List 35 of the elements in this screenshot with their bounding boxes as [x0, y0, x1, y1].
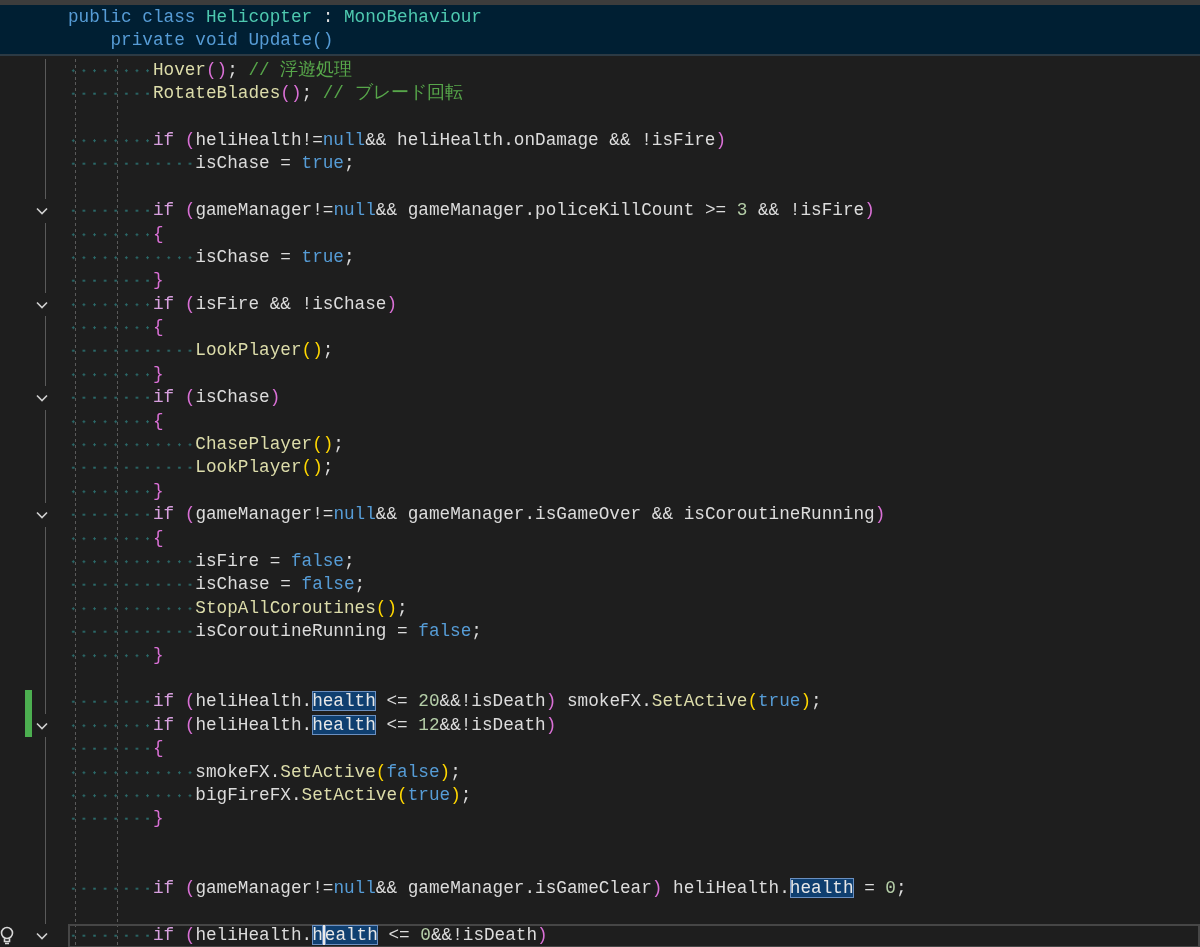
- code-line[interactable]: }: [152, 479, 164, 504]
- code-line[interactable]: if (isFire && !isChase): [152, 292, 398, 317]
- code-line[interactable]: {: [152, 526, 164, 550]
- code-line[interactable]: }: [152, 643, 164, 667]
- code-line[interactable]: if (gameManager!=null&& gameManager.isGameClear) heliHealth.health = 0;: [152, 877, 907, 901]
- code-line[interactable]: LookPlayer();: [195, 339, 334, 363]
- lightbulb-icon[interactable]: [0, 926, 14, 947]
- code-line[interactable]: {: [152, 409, 164, 434]
- code-line[interactable]: if (heliHealth!=null&& heliHealth.onDamage && !isFire): [152, 128, 727, 153]
- code-line[interactable]: bigFireFX.SetActive(true);: [195, 783, 472, 808]
- code-line[interactable]: {: [152, 222, 164, 246]
- code-line[interactable]: if (gameManager!=null&& gameManager.policeKillCount >= 3 && !isFire): [152, 199, 875, 223]
- code-line[interactable]: smokeFX.SetActive(false);: [195, 760, 461, 784]
- code-line[interactable]: isChase = true;: [195, 245, 355, 270]
- code-line[interactable]: StopAllCoroutines();: [195, 596, 408, 621]
- code-line[interactable]: isFire = false;: [195, 550, 355, 574]
- code-line[interactable]: ChasePlayer();: [195, 433, 344, 457]
- code-line[interactable]: if (heliHealth.health <= 20&&!isDeath) smokeFX.SetActive(true);: [152, 690, 822, 714]
- code-line[interactable]: if (heliHealth.h ealth <= 0&&!isDeath): [152, 924, 548, 947]
- code-line[interactable]: if (gameManager!=null&& gameManager.isGameOver && isCoroutineRunning): [152, 503, 886, 527]
- code-line[interactable]: isCoroutineRunning = false;: [195, 620, 482, 644]
- code-line[interactable]: isChase = false;: [195, 573, 366, 597]
- code-line[interactable]: {: [152, 737, 164, 761]
- code-line[interactable]: }: [152, 362, 164, 387]
- code-line[interactable]: }: [152, 269, 164, 293]
- code-line[interactable]: }: [152, 807, 164, 831]
- code-line[interactable]: private void Update(): [110, 29, 334, 53]
- code-line[interactable]: LookPlayer();: [195, 456, 334, 480]
- code-line[interactable]: RotateBlades(); // ブレード回転: [152, 82, 463, 106]
- code-line[interactable]: isChase = true;: [195, 152, 355, 176]
- code-line[interactable]: if (isChase): [152, 386, 281, 410]
- code-line[interactable]: {: [152, 316, 164, 340]
- code-line[interactable]: if (heliHealth.health <= 12&&!isDeath): [152, 713, 557, 738]
- code-line[interactable]: public class Helicopter : MonoBehaviour: [68, 6, 482, 30]
- code-line[interactable]: Hover(); // 浮遊処理: [152, 58, 353, 83]
